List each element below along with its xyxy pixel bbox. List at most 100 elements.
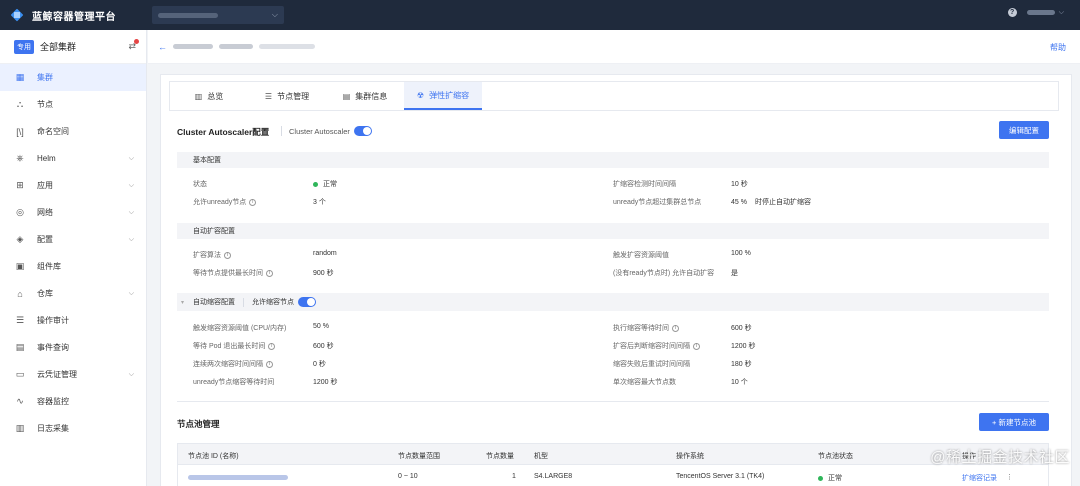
- repo-icon: ⌂: [17, 288, 23, 299]
- sidebar-item-label: 操作审计: [37, 316, 69, 325]
- column-header: 节点池 ID (名称): [188, 453, 239, 460]
- info-icon[interactable]: i: [268, 342, 276, 350]
- sidebar: 专用 全部集群 ⇄ ▦ 集群 ⛬ 节点 [\] 命名空间 ⎈ Helm ⌵ ⊞ 应用 ⌵ ◎ …: [0, 30, 147, 486]
- log-icon: ▥: [15, 423, 25, 433]
- breadcrumb-cluster-id: [173, 44, 213, 49]
- section-divider: [177, 401, 1049, 402]
- info-icon[interactable]: i: [693, 342, 700, 350]
- sidebar-item-11[interactable]: ▭ 云凭证管理 ⌵: [0, 361, 146, 388]
- sidebar-item-label: 日志采集: [37, 424, 69, 433]
- info-icon[interactable]: i: [266, 360, 273, 368]
- project-select[interactable]: ⌵: [152, 6, 284, 24]
- app-logo-icon: [10, 8, 24, 22]
- pool-status: 正常: [818, 473, 842, 483]
- sidebar-item-3[interactable]: ⎈ Helm ⌵: [0, 145, 146, 172]
- helm-icon: ⎈: [16, 153, 24, 163]
- app-title: 蓝鲸容器管理平台: [32, 11, 116, 23]
- scale-records-link[interactable]: 扩缩容记录: [962, 473, 997, 483]
- autoscaler-toggle[interactable]: [354, 126, 372, 136]
- sidebar-item-label: 云凭证管理: [37, 370, 77, 379]
- top-bar: 蓝鲸容器管理平台 ⌵ ? ⌵: [0, 0, 1080, 30]
- user-name: [1026, 10, 1055, 15]
- sidebar-item-label: Helm: [37, 154, 56, 163]
- user-menu[interactable]: ⌵: [1026, 8, 1064, 17]
- divider: [281, 126, 282, 136]
- sidebar-item-2[interactable]: [\] 命名空间: [0, 118, 146, 145]
- tab-label: 弹性扩缩容: [429, 90, 470, 100]
- info-icon[interactable]: i: [249, 198, 257, 206]
- help-link[interactable]: 帮助: [1050, 42, 1066, 53]
- chevron-down-icon: ⌵: [1058, 8, 1064, 16]
- breadcrumb: ← 帮助: [148, 30, 1080, 64]
- collapse-icon[interactable]: ▾: [181, 299, 184, 306]
- tab-3[interactable]: ☢ 弹性扩缩容: [404, 82, 482, 110]
- autoscaler-toggle-label: Cluster Autoscaler: [289, 127, 350, 136]
- node-pool-id-link[interactable]: [188, 475, 288, 480]
- sidebar-item-7[interactable]: ▣ 组件库: [0, 253, 146, 280]
- no-ready-scale-up-label: (没有ready节点时) 允许自动扩容: [613, 270, 715, 277]
- no-ready-scale-up-value: 是: [731, 270, 738, 277]
- scale-down-value: 50 %: [313, 323, 329, 330]
- provision-wait-value: 900 秒: [313, 270, 334, 277]
- main-content: ← 帮助 ▥ 总览 ☰ 节点管理 ▤ 集群信息 ☢ 弹性扩缩容 Cluster Autosca…: [148, 30, 1080, 486]
- scale-down-value: 180 秒: [731, 361, 752, 368]
- scale-down-value: 600 秒: [731, 325, 752, 332]
- project-select-value: [158, 12, 218, 18]
- node-count: 1: [512, 473, 516, 480]
- sidebar-item-label: 事件查询: [37, 343, 69, 352]
- sidebar-item-12[interactable]: ∿ 容器监控: [0, 388, 146, 415]
- sidebar-item-5[interactable]: ◎ 网络 ⌵: [0, 199, 146, 226]
- scale-down-toggle[interactable]: [298, 297, 316, 307]
- new-node-pool-button[interactable]: + 新建节点池: [979, 413, 1049, 431]
- node-icon: ⛬: [16, 99, 24, 109]
- sidebar-item-8[interactable]: ⌂ 仓库 ⌵: [0, 280, 146, 307]
- sidebar-item-9[interactable]: ☰ 操作审计: [0, 307, 146, 334]
- component-icon: ▣: [15, 261, 25, 271]
- tab-bar: ▥ 总览 ☰ 节点管理 ▤ 集群信息 ☢ 弹性扩缩容: [169, 81, 1059, 111]
- chevron-down-icon: ⌵: [128, 208, 134, 216]
- cloud-credential-icon: ▭: [15, 369, 25, 379]
- scale-down-label: 单次缩容最大节点数: [613, 379, 676, 386]
- scale-up-algo-label: 扩容算法 i: [193, 250, 231, 260]
- sidebar-item-6[interactable]: ◈ 配置 ⌵: [0, 226, 146, 253]
- sidebar-item-label: 网络: [37, 208, 53, 217]
- info-icon[interactable]: i: [266, 269, 273, 277]
- column-header: 节点数量范围: [398, 453, 440, 460]
- breadcrumb-desc: [259, 44, 315, 49]
- sidebar-item-label: 应用: [37, 181, 53, 190]
- info-icon[interactable]: i: [672, 324, 679, 332]
- node-pool-table: 节点池 ID (名称) 节点数量范围 节点数量 机型 操作系统 节点池状态 操作 0 ~ 1…: [177, 443, 1049, 486]
- grid-icon: ▦: [15, 72, 25, 82]
- tab-0[interactable]: ▥ 总览: [170, 82, 248, 110]
- sidebar-item-1[interactable]: ⛬ 节点: [0, 91, 146, 118]
- scale-down-header: ▾ 自动缩容配置 允许缩容节点: [177, 293, 1049, 311]
- scale-down-label: 执行缩容等待时间 i: [613, 323, 679, 333]
- sidebar-item-10[interactable]: ▤ 事件查询: [0, 334, 146, 361]
- scale-up-header: 自动扩容配置: [177, 223, 1049, 239]
- instance-type: S4.LARGE8: [534, 473, 573, 480]
- sidebar-item-label: 仓库: [37, 289, 53, 298]
- cluster-selector[interactable]: 专用 全部集群 ⇄: [0, 30, 146, 64]
- more-actions-icon[interactable]: ⋮: [1006, 473, 1013, 481]
- info-icon[interactable]: i: [224, 251, 231, 259]
- sidebar-item-4[interactable]: ⊞ 应用 ⌵: [0, 172, 146, 199]
- back-arrow-icon[interactable]: ←: [158, 42, 167, 52]
- tab-2[interactable]: ▤ 集群信息: [326, 82, 404, 110]
- scan-interval-label: 扩缩容检测时间间隔: [613, 181, 676, 188]
- cluster-name: 全部集群: [40, 42, 77, 52]
- scale-down-label: 扩容后判断缩容时间间隔 i: [613, 341, 700, 351]
- help-icon[interactable]: ?: [1007, 8, 1017, 17]
- chevron-down-icon: ⌵: [128, 370, 134, 378]
- sidebar-item-label: 容器监控: [37, 397, 69, 406]
- sidebar-item-13[interactable]: ▥ 日志采集: [0, 415, 146, 442]
- unready-ratio-label: unready节点超过集群总节点: [613, 199, 702, 206]
- scale-down-value: 600 秒: [313, 343, 334, 350]
- cluster-detail-panel: ▥ 总览 ☰ 节点管理 ▤ 集群信息 ☢ 弹性扩缩容 Cluster Autoscaler配置…: [160, 74, 1072, 486]
- scale-down-label: 等待 Pod 退出最长时间 i: [193, 341, 276, 351]
- edit-config-button[interactable]: 编辑配置: [999, 121, 1049, 139]
- column-header: 机型: [534, 453, 548, 460]
- node-pool-title: 节点池管理: [177, 419, 220, 429]
- column-header: 节点池状态: [818, 453, 853, 460]
- tab-1[interactable]: ☰ 节点管理: [248, 82, 326, 110]
- sidebar-item-0[interactable]: ▦ 集群: [0, 64, 146, 91]
